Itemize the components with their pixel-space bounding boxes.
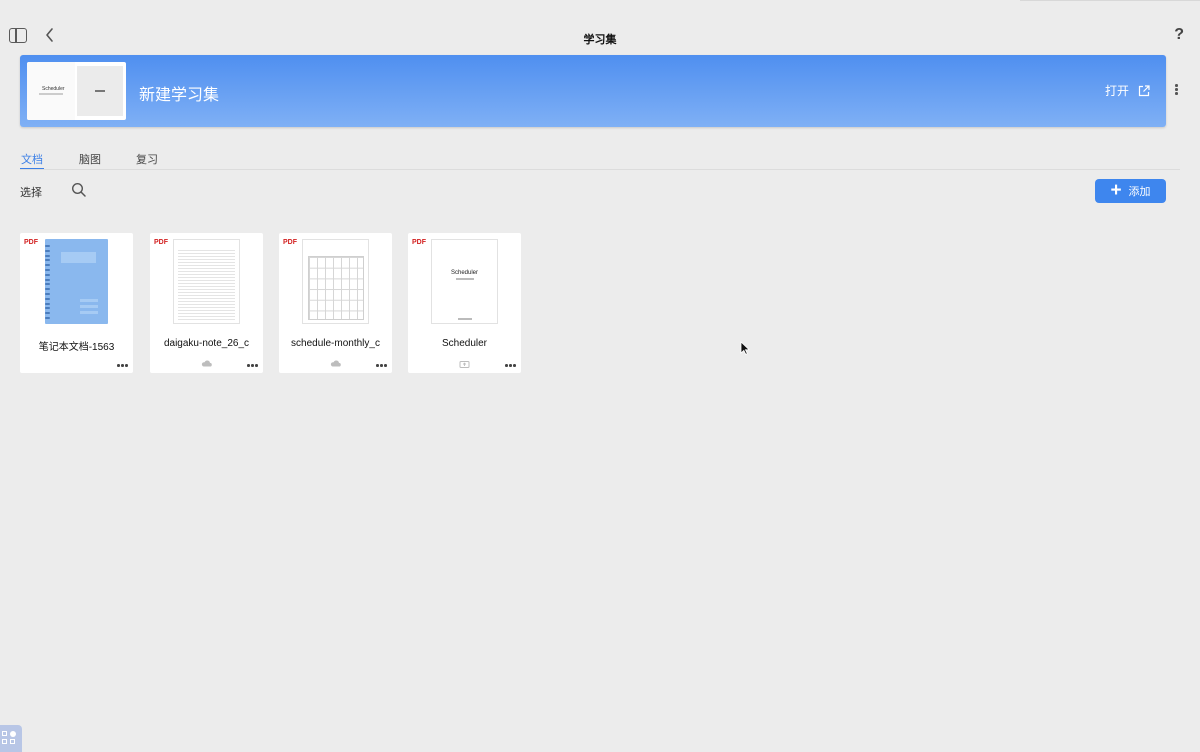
pdf-badge: PDF: [154, 239, 168, 246]
spiral-ring: [45, 307, 50, 310]
cloud-upload-icon: [459, 361, 470, 368]
ruled-line: [178, 280, 235, 281]
open-button-label: 打开: [1104, 84, 1129, 98]
ruled-line: [178, 289, 235, 290]
document-thumbnail: [43, 239, 110, 324]
spiral-binding: [45, 239, 50, 324]
help-button[interactable]: ?: [1174, 26, 1184, 44]
document-card[interactable]: PDF schedule-monthly_c: [279, 233, 392, 373]
more-options-icon[interactable]: [376, 364, 387, 367]
top-bar: 学习集 ?: [0, 0, 1200, 56]
ruled-line: [178, 310, 235, 311]
ruled-line: [178, 265, 235, 266]
plus-icon: +: [1110, 179, 1122, 201]
spiral-ring: [45, 297, 50, 300]
ruled-line: [178, 304, 235, 305]
ruled-line: [178, 262, 235, 263]
ruled-line: [178, 259, 235, 260]
spiral-ring: [45, 312, 50, 315]
add-button-label: 添加: [1128, 186, 1151, 198]
mouse-cursor-icon: [740, 341, 750, 355]
ruled-line: [178, 298, 235, 299]
search-icon[interactable]: [71, 182, 87, 198]
spiral-ring: [45, 254, 50, 257]
ruled-line: [178, 301, 235, 302]
ruled-line: [178, 292, 235, 293]
grid-icon: [2, 731, 7, 736]
spiral-ring: [45, 259, 50, 262]
document-card[interactable]: PDF daigaku-note_26_c: [150, 233, 263, 373]
add-button[interactable]: + 添加: [1095, 179, 1166, 203]
banner-thumbnail[interactable]: Scheduler: [27, 62, 126, 120]
banner-thumb-title: Scheduler: [42, 86, 65, 92]
top-divider: [1020, 0, 1200, 1]
ruled-line: [178, 274, 235, 275]
more-vertical-icon[interactable]: [1175, 84, 1179, 98]
banner-title[interactable]: 新建学习集: [139, 81, 219, 105]
spiral-ring: [45, 273, 50, 276]
document-name: Scheduler: [441, 338, 488, 349]
document-name: 笔记本文档-1563: [38, 342, 115, 353]
document-thumbnail: Scheduler: [431, 239, 498, 324]
ruled-line: [178, 250, 235, 251]
study-set-banner: Scheduler 新建学习集 打开: [20, 55, 1166, 127]
external-link-icon: [1138, 84, 1150, 96]
document-name: daigaku-note_26_c: [163, 338, 250, 349]
document-name: schedule-monthly_c: [291, 338, 380, 349]
scheduler-thumb-title: Scheduler: [450, 270, 479, 276]
ruled-line: [178, 286, 235, 287]
ruled-line: [178, 307, 235, 308]
ruled-line: [178, 268, 235, 269]
spiral-ring: [45, 293, 50, 295]
spiral-ring: [45, 288, 50, 291]
select-button[interactable]: 选择: [20, 184, 42, 200]
tabs-divider: [20, 169, 1180, 170]
page-title: 学习集: [583, 34, 617, 46]
spiral-ring: [45, 278, 50, 281]
cloud-sync-icon: [330, 360, 341, 367]
cloud-sync-icon: [201, 360, 212, 367]
ruled-line: [178, 283, 235, 284]
more-options-icon[interactable]: [117, 364, 128, 367]
content-tabs: 文档 脑图 复习: [20, 151, 193, 170]
spiral-ring: [45, 245, 50, 247]
ruled-line: [178, 253, 235, 254]
document-card[interactable]: PDF 笔记本文档-1563: [20, 233, 133, 373]
document-thumbnail: [302, 239, 369, 324]
pdf-badge: PDF: [24, 239, 38, 246]
ruled-line: [178, 295, 235, 296]
spiral-ring: [45, 302, 50, 305]
tab-mindmap[interactable]: 脑图: [79, 151, 101, 170]
tab-review[interactable]: 复习: [136, 151, 158, 170]
pdf-badge: PDF: [412, 239, 426, 246]
ruled-line: [178, 277, 235, 278]
ruled-line: [178, 256, 235, 257]
more-options-icon[interactable]: [505, 364, 516, 367]
spiral-ring: [45, 317, 50, 319]
more-options-icon[interactable]: [247, 364, 258, 367]
spiral-ring: [45, 269, 50, 271]
tab-documents[interactable]: 文档: [20, 151, 44, 170]
spiral-ring: [45, 283, 50, 286]
spiral-ring: [45, 249, 50, 252]
open-button[interactable]: 打开: [1105, 82, 1150, 99]
ruled-line: [178, 313, 235, 314]
document-card[interactable]: PDF Scheduler Scheduler: [408, 233, 521, 373]
pdf-badge: PDF: [283, 239, 297, 246]
ruled-line: [178, 319, 235, 320]
spiral-ring: [45, 264, 50, 267]
ruled-line: [178, 316, 235, 317]
app-switcher-button[interactable]: [0, 725, 22, 752]
ruled-line: [178, 271, 235, 272]
document-thumbnail: [173, 239, 240, 324]
